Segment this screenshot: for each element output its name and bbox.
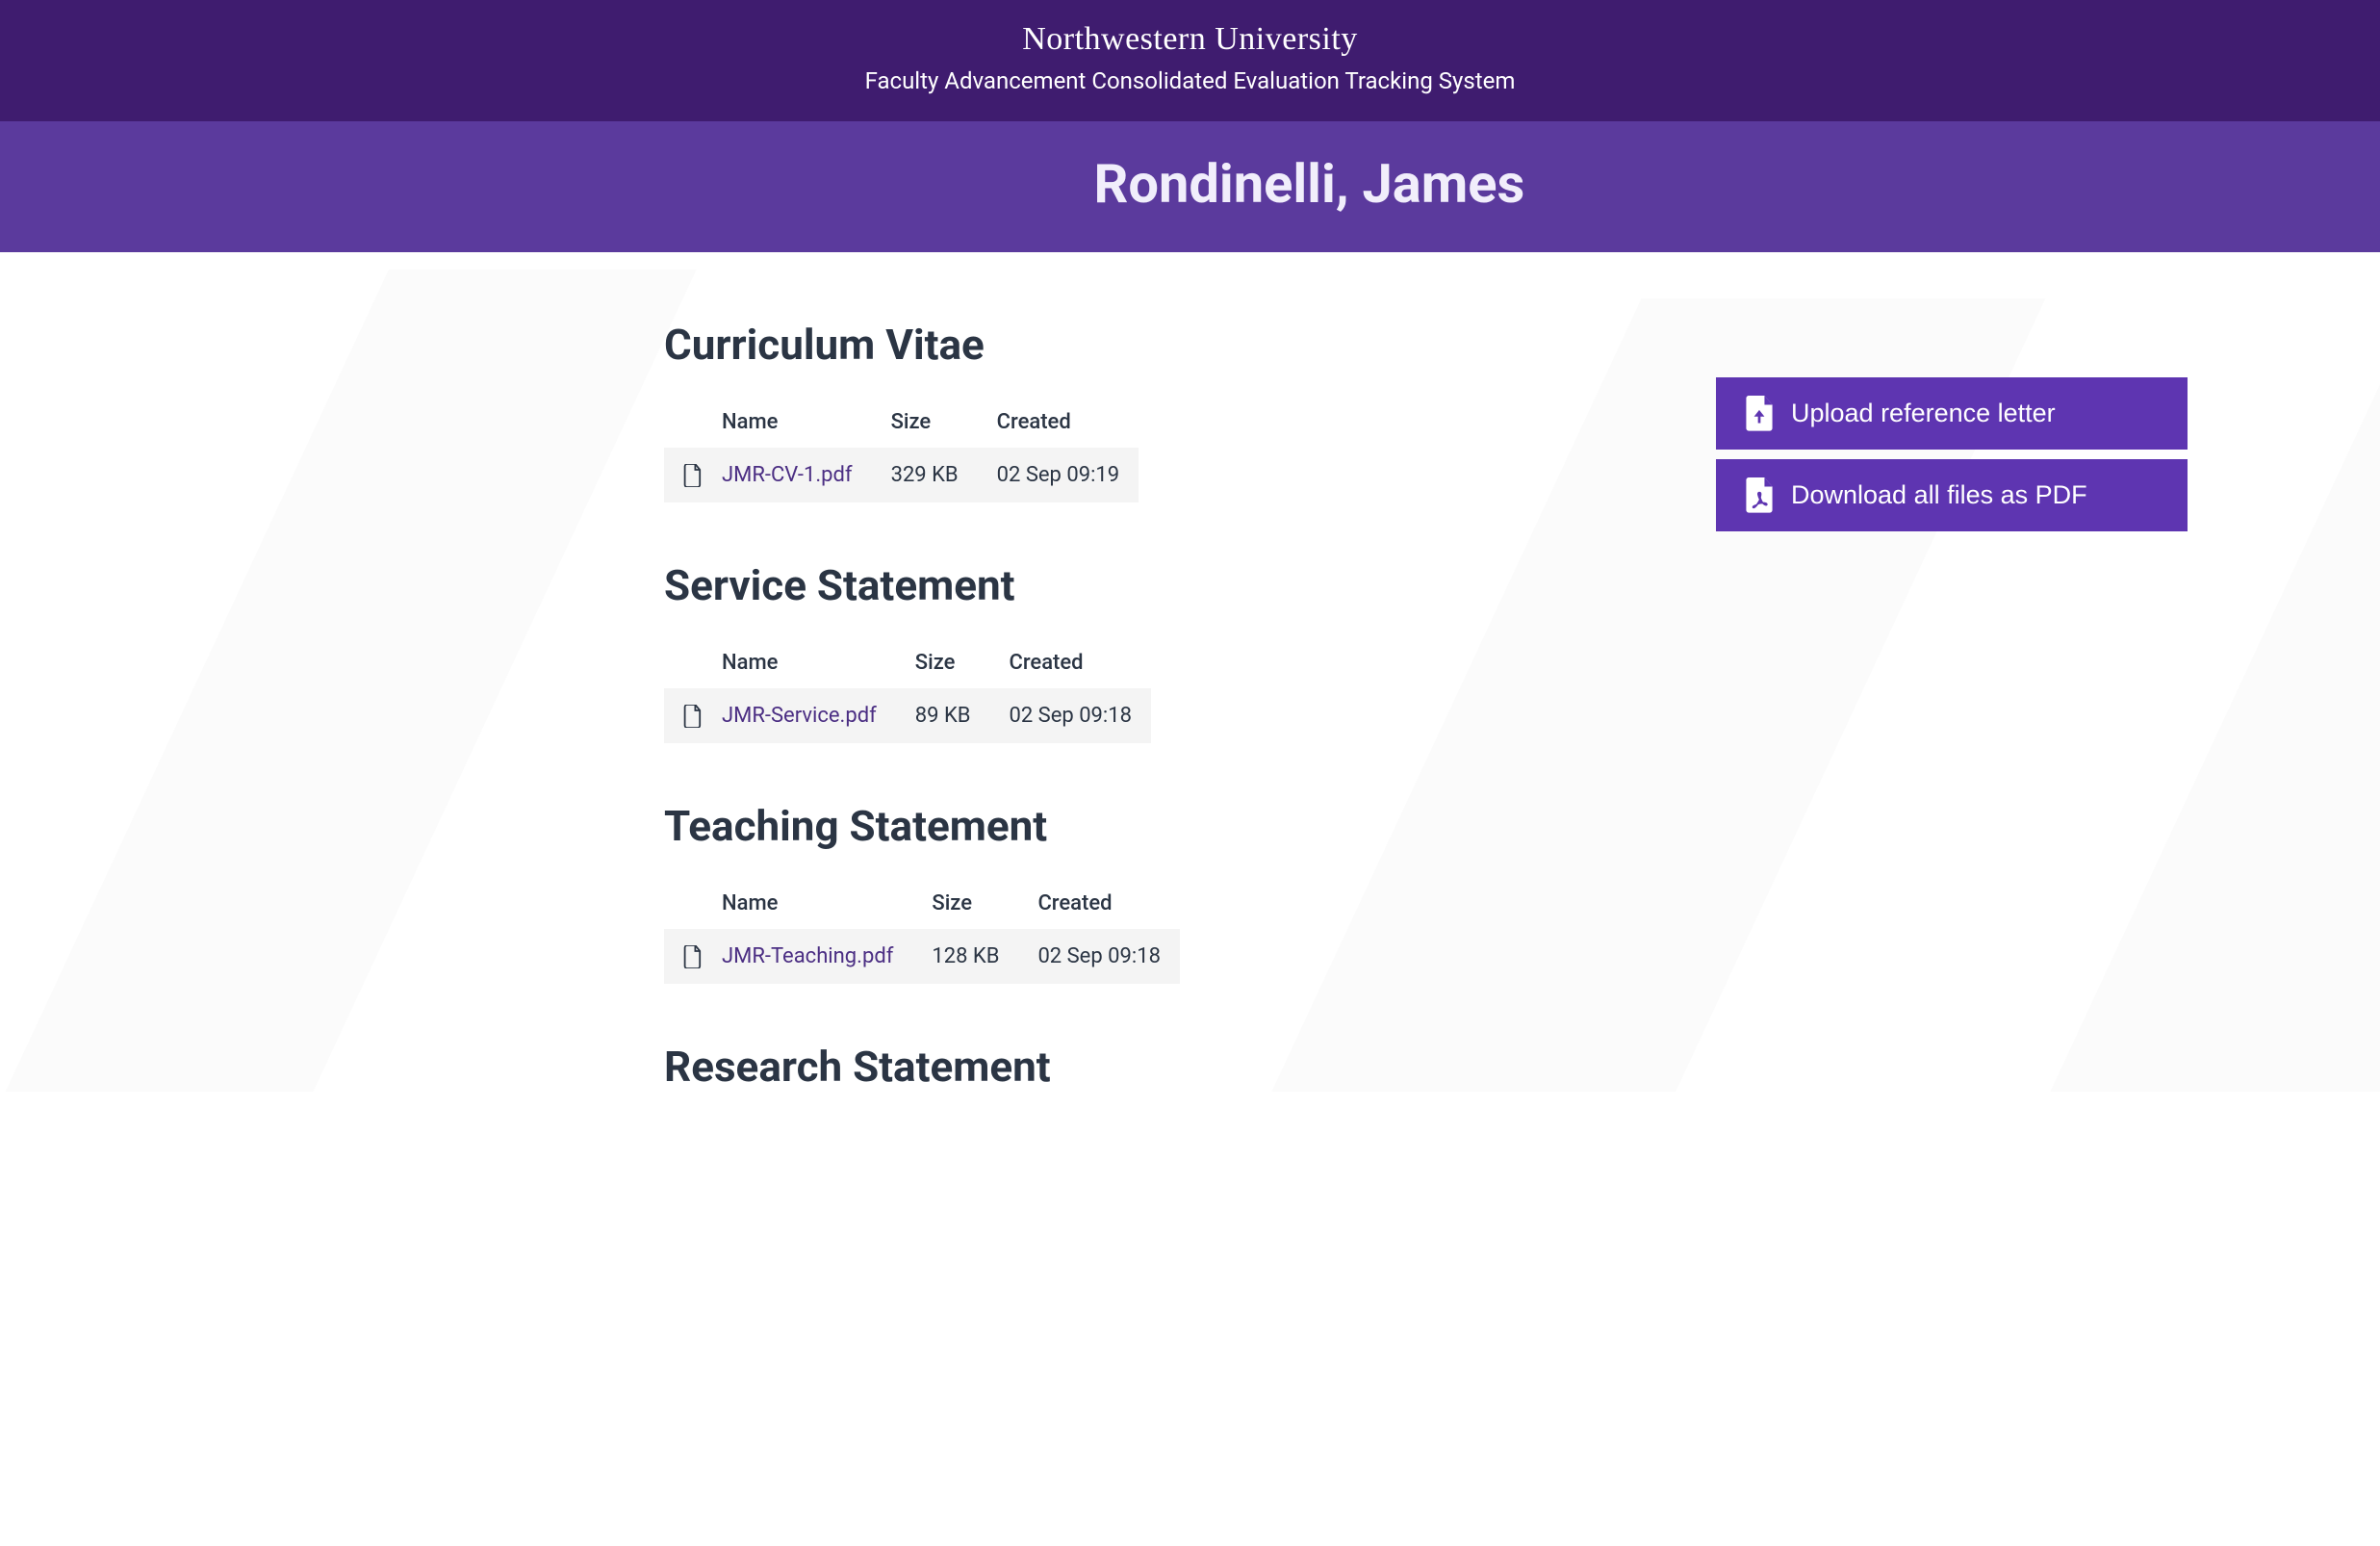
table-row: JMR-Service.pdf 89 KB02 Sep 09:18 <box>664 688 1151 743</box>
file-pdf-icon <box>1743 477 1776 514</box>
column-header-name: Name <box>703 878 912 929</box>
file-link[interactable]: JMR-CV-1.pdf <box>722 463 853 487</box>
document-section: Teaching StatementNameSizeCreatedJMR-Tea… <box>664 801 1338 984</box>
university-name: Northwestern University <box>19 21 2361 58</box>
app-header: Northwestern University Faculty Advancem… <box>0 0 2380 121</box>
upload-button-label: Upload reference letter <box>1791 399 2056 427</box>
file-icon-cell <box>664 448 703 502</box>
table-row: JMR-CV-1.pdf 329 KB02 Sep 09:19 <box>664 448 1139 502</box>
person-banner: Rondinelli, James <box>0 121 2380 252</box>
column-header-created: Created <box>1018 878 1180 929</box>
column-header-icon <box>664 637 703 688</box>
file-link[interactable]: JMR-Service.pdf <box>722 704 877 728</box>
column-header-icon <box>664 397 703 448</box>
file-name-cell: JMR-Teaching.pdf <box>703 929 912 984</box>
file-size-cell: 89 KB <box>896 688 990 743</box>
column-header-name: Name <box>703 637 896 688</box>
file-size-cell: 329 KB <box>872 448 978 502</box>
app-subtitle: Faculty Advancement Consolidated Evaluat… <box>19 67 2361 94</box>
file-icon <box>683 464 703 487</box>
file-created-cell: 02 Sep 09:18 <box>1018 929 1180 984</box>
file-created-cell: 02 Sep 09:18 <box>989 688 1151 743</box>
column-header-created: Created <box>989 637 1151 688</box>
section-title: Service Statement <box>664 560 1338 610</box>
file-link[interactable]: JMR-Teaching.pdf <box>722 944 893 968</box>
column-header-name: Name <box>703 397 872 448</box>
files-table: NameSizeCreated JMR-Teaching.pdf 128 KB02 … <box>664 878 1180 984</box>
section-title: Teaching Statement <box>664 801 1338 851</box>
files-table: NameSizeCreated JMR-CV-1.pdf 329 KB02 Sep … <box>664 397 1139 502</box>
table-row: JMR-Teaching.pdf 128 KB02 Sep 09:18 <box>664 929 1180 984</box>
file-icon-cell <box>664 688 703 743</box>
person-name: Rondinelli, James <box>469 152 1912 216</box>
file-upload-icon <box>1743 396 1776 432</box>
column-header-icon <box>664 878 703 929</box>
files-table: NameSizeCreated JMR-Service.pdf 89 KB02 Se… <box>664 637 1151 743</box>
file-name-cell: JMR-CV-1.pdf <box>703 448 872 502</box>
download-button-label: Download all files as PDF <box>1791 480 2087 509</box>
document-section: Research Statement <box>664 1042 1338 1092</box>
column-header-size: Size <box>872 397 978 448</box>
document-section: Curriculum VitaeNameSizeCreatedJMR-CV-1.… <box>664 320 1338 502</box>
file-icon-cell <box>664 929 703 984</box>
sections-container: Curriculum VitaeNameSizeCreatedJMR-CV-1.… <box>664 320 1338 1092</box>
file-icon <box>683 945 703 968</box>
document-section: Service StatementNameSizeCreatedJMR-Serv… <box>664 560 1338 743</box>
column-header-created: Created <box>978 397 1139 448</box>
file-icon <box>683 705 703 728</box>
file-size-cell: 128 KB <box>912 929 1018 984</box>
upload-reference-letter-button[interactable]: Upload reference letter <box>1716 377 2188 450</box>
download-all-pdf-button[interactable]: Download all files as PDF <box>1716 459 2188 531</box>
column-header-size: Size <box>896 637 990 688</box>
action-panel: Upload reference letter Download all fil… <box>1716 377 2188 531</box>
section-title: Research Statement <box>664 1042 1338 1092</box>
file-created-cell: 02 Sep 09:19 <box>978 448 1139 502</box>
file-name-cell: JMR-Service.pdf <box>703 688 896 743</box>
column-header-size: Size <box>912 878 1018 929</box>
section-title: Curriculum Vitae <box>664 320 1338 370</box>
